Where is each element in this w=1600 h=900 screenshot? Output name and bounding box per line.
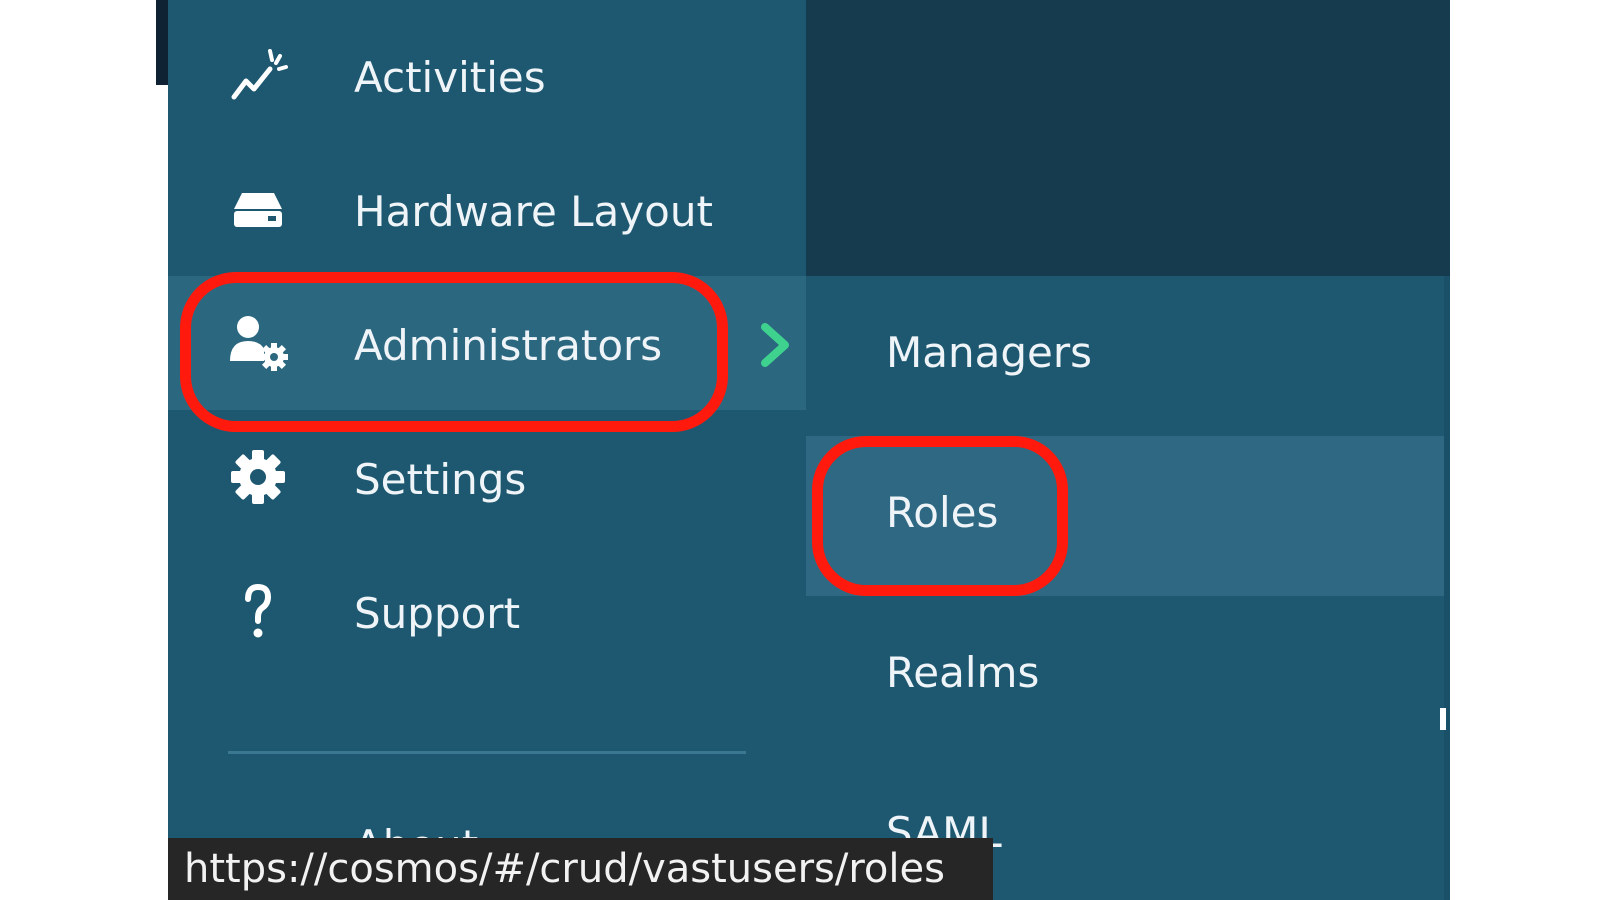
activity-chart-icon xyxy=(228,45,288,105)
chevron-right-icon xyxy=(755,323,795,367)
sidebar-item-label: Administrators xyxy=(354,321,663,370)
submenu-item-roles[interactable]: Roles xyxy=(806,436,1444,596)
administrators-submenu: Managers Roles Realms SAML xyxy=(806,0,1450,900)
sidebar-item-hardware-layout[interactable]: Hardware Layout xyxy=(168,142,806,276)
submenu-item-managers[interactable]: Managers xyxy=(806,276,1444,436)
submenu-item-realms[interactable]: Realms xyxy=(806,596,1444,756)
submenu-item-label: Roles xyxy=(886,488,999,537)
sidebar-item-label: Support xyxy=(354,589,521,638)
submenu-item-label: Managers xyxy=(886,328,1092,377)
submenu-scrollbar[interactable] xyxy=(1444,276,1450,900)
sidebar-item-activities[interactable]: Activities xyxy=(168,8,806,142)
sidebar-item-settings[interactable]: Settings xyxy=(168,410,806,544)
submenu-header-area xyxy=(806,0,1450,276)
sidebar-item-label: Hardware Layout xyxy=(354,187,713,236)
submenu-item-label: Realms xyxy=(886,648,1040,697)
hard-drive-icon xyxy=(228,179,288,239)
sidebar: Activities Hardware Layout Administrator… xyxy=(168,0,806,900)
scrollbar-thumb[interactable] xyxy=(1440,708,1446,730)
sidebar-item-support[interactable]: Support xyxy=(168,544,806,678)
link-status-bar: https://cosmos/#/crud/vastusers/roles xyxy=(168,838,993,900)
question-mark-icon xyxy=(228,581,288,641)
user-gear-icon xyxy=(228,313,288,373)
screenshot-canvas: Activities Hardware Layout Administrator… xyxy=(0,0,1600,900)
sidebar-item-label: Activities xyxy=(354,53,546,102)
gear-icon xyxy=(228,447,288,507)
sidebar-item-administrators[interactable]: Administrators xyxy=(168,276,806,410)
sidebar-item-label: Settings xyxy=(354,455,527,504)
sidebar-divider xyxy=(228,751,746,754)
